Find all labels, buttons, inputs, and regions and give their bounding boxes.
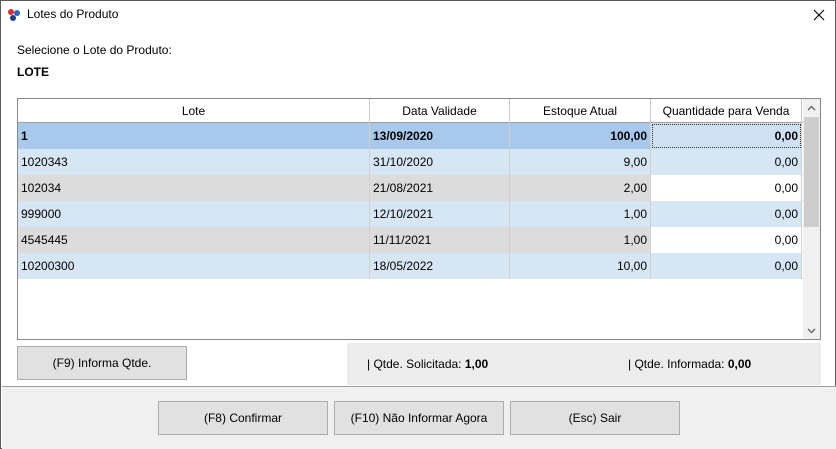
scroll-up-button[interactable] <box>803 99 820 116</box>
scrollbar-thumb[interactable] <box>804 117 819 227</box>
window-title: Lotes do Produto <box>27 7 119 21</box>
cell-lote: 10200300 <box>18 253 370 279</box>
confirmar-button[interactable]: (F8) Confirmar <box>158 401 328 435</box>
column-header-quantidade-venda[interactable]: Quantidade para Venda <box>651 99 802 123</box>
cell-data-validade: 13/09/2020 <box>370 123 510 149</box>
table-row[interactable]: 999000 12/10/2021 1,00 0,00 <box>18 201 804 227</box>
sair-button[interactable]: (Esc) Sair <box>510 401 680 435</box>
grid-header: Lote Data Validade Estoque Atual Quantid… <box>18 99 804 123</box>
column-header-lote[interactable]: Lote <box>18 99 370 123</box>
table-row[interactable]: 1020343 31/10/2020 9,00 0,00 <box>18 149 804 175</box>
column-header-estoque-atual[interactable]: Estoque Atual <box>510 99 651 123</box>
close-icon <box>813 9 825 21</box>
close-button[interactable] <box>803 1 835 29</box>
nao-informar-agora-button[interactable]: (F10) Não Informar Agora <box>334 401 504 435</box>
chevron-down-icon <box>807 328 816 333</box>
quantity-info-panel: | Qtde. Solicitada: 1,00 | Qtde. Informa… <box>347 343 821 385</box>
qtde-solicitada-value: 1,00 <box>464 357 489 371</box>
cell-lote: 1 <box>18 123 370 149</box>
qtde-informada-value: 0,00 <box>727 357 752 371</box>
qtde-solicitada: | Qtde. Solicitada: 1,00 <box>367 357 488 371</box>
cell-lote: 1020343 <box>18 149 370 175</box>
cell-lote: 4545445 <box>18 227 370 253</box>
table-row[interactable]: 102034 21/08/2021 2,00 0,00 <box>18 175 804 201</box>
cell-quantidade-venda[interactable]: 0,00 <box>651 201 802 227</box>
lotes-dialog: Lotes do Produto Selecione o Lote do Pro… <box>0 0 836 449</box>
cell-quantidade-venda[interactable]: 0,00 <box>651 123 802 149</box>
select-lote-prompt: Selecione o Lote do Produto: <box>17 43 172 57</box>
cell-quantidade-venda[interactable]: 0,00 <box>651 253 802 279</box>
informa-qtde-button[interactable]: (F9) Informa Qtde. <box>17 346 187 380</box>
cell-estoque-atual: 1,00 <box>510 227 651 253</box>
cell-estoque-atual: 9,00 <box>510 149 651 175</box>
cell-estoque-atual: 100,00 <box>510 123 651 149</box>
cell-data-validade: 18/05/2022 <box>370 253 510 279</box>
lotes-grid[interactable]: Lote Data Validade Estoque Atual Quantid… <box>17 98 821 340</box>
qtde-solicitada-label: | Qtde. Solicitada: <box>367 357 462 371</box>
cell-quantidade-venda[interactable]: 0,00 <box>651 175 802 201</box>
title-bar: Lotes do Produto <box>1 1 835 29</box>
cell-lote: 102034 <box>18 175 370 201</box>
cell-data-validade: 12/10/2021 <box>370 201 510 227</box>
grid-body: 1 13/09/2020 100,00 0,00 1020343 31/10/2… <box>18 123 804 279</box>
scroll-down-button[interactable] <box>803 322 820 339</box>
table-row[interactable]: 1 13/09/2020 100,00 0,00 <box>18 123 804 149</box>
cell-lote: 999000 <box>18 201 370 227</box>
cell-estoque-atual: 1,00 <box>510 201 651 227</box>
cell-data-validade: 21/08/2021 <box>370 175 510 201</box>
app-logo-icon <box>8 9 20 21</box>
lote-label: LOTE <box>17 65 49 79</box>
cell-quantidade-venda[interactable]: 0,00 <box>651 227 802 253</box>
qtde-informada-label: | Qtde. Informada: <box>628 357 725 371</box>
table-row[interactable]: 10200300 18/05/2022 10,00 0,00 <box>18 253 804 279</box>
cell-estoque-atual: 10,00 <box>510 253 651 279</box>
column-header-data-validade[interactable]: Data Validade <box>370 99 510 123</box>
chevron-up-icon <box>807 105 816 110</box>
cell-estoque-atual: 2,00 <box>510 175 651 201</box>
table-row[interactable]: 4545445 11/11/2021 1,00 0,00 <box>18 227 804 253</box>
cell-data-validade: 31/10/2020 <box>370 149 510 175</box>
cell-data-validade: 11/11/2021 <box>370 227 510 253</box>
cell-quantidade-venda[interactable]: 0,00 <box>651 149 802 175</box>
vertical-scrollbar[interactable] <box>803 99 820 339</box>
qtde-informada: | Qtde. Informada: 0,00 <box>628 357 751 371</box>
